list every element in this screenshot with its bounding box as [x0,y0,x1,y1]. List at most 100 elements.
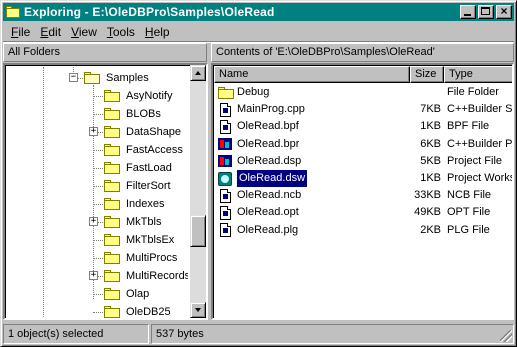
file-name-cell: Debug [217,84,269,101]
tree-item-blobs[interactable]: BLOBs [103,105,163,123]
menu-file-label: ile [18,24,31,39]
tree-item-multirecords[interactable]: MultiRecords [103,267,188,285]
menu-view-accel: V [71,24,79,39]
file-row[interactable]: MainProg.cpp 7KB C++Builder So [213,101,512,118]
tree-item-label: MultiRecords [126,270,188,282]
menu-tools[interactable]: Tools [103,25,141,39]
tree-item-label: AsyNotify [126,90,173,102]
expand-icon[interactable]: + [89,217,98,226]
file-row[interactable]: OleRead.dsw 1KB Project Works [213,170,512,187]
tree-item-label: OleDB25 [126,306,171,318]
arrow-down-icon [195,308,201,312]
project-file-icon [217,153,233,169]
project-file-icon [217,136,233,152]
tree-item-asynotify[interactable]: AsyNotify [103,87,174,105]
tree-line [93,168,103,169]
close-icon: × [500,4,508,18]
file-name-cell: OleRead.plg [217,222,298,239]
file-name-cell: OleRead.dsp [217,153,301,170]
tree-item-label: Samples [106,72,149,84]
expand-icon[interactable]: + [89,271,98,280]
tree-item-fastload[interactable]: FastLoad [103,159,174,177]
explorer-folder-icon [5,5,21,19]
tree-item-olap[interactable]: Olap [103,285,151,303]
scroll-up-button[interactable] [190,65,206,81]
expand-icon[interactable]: + [89,127,98,136]
folder-icon [103,125,121,139]
file-row[interactable]: OleRead.dsp 5KB Project File [213,153,512,170]
folder-open-icon [83,71,101,85]
scroll-down-button[interactable] [190,302,206,318]
tree-line [93,114,103,115]
tree-item-oledb25[interactable]: OleDB25 [103,303,173,318]
file-name-cell: MainProg.cpp [217,101,305,118]
menu-edit[interactable]: Edit [36,25,67,39]
tree-item-samples[interactable]: Samples [83,69,151,87]
tree-item-mktbls[interactable]: MkTbls [103,213,163,231]
file-name: OleRead.bpf [237,120,299,133]
tree-item-filtersort[interactable]: FilterSort [103,177,173,195]
tree-item-fastaccess[interactable]: FastAccess [103,141,185,159]
file-row[interactable]: OleRead.bpf 1KB BPF File [213,118,512,135]
maximize-button[interactable] [478,5,494,19]
document-icon [217,205,233,221]
file-row[interactable]: OleRead.bpr 6KB C++Builder Pro [213,136,512,153]
tree-item-indexes[interactable]: Indexes [103,195,167,213]
tree-item-label: DataShape [126,126,182,138]
tree-item-multiprocs[interactable]: MultiProcs [103,249,179,267]
folder-icon [103,305,121,318]
tree-item-datashape[interactable]: DataShape [103,123,183,141]
resize-grip-icon[interactable] [500,330,512,342]
menu-view-label: iew [78,24,97,39]
folder-tree[interactable]: Samples − AsyNotify BLOBs DataShape + FastAcce… [3,63,208,320]
tree-line [93,150,103,151]
menu-help-label: elp [153,24,170,39]
file-name-cell: OleRead.bpf [217,118,299,135]
menu-edit-label: dit [48,24,62,39]
scroll-thumb[interactable] [190,215,206,247]
folder-icon [103,107,121,121]
menu-file[interactable]: File [7,25,36,39]
column-header-name[interactable]: Name [214,66,410,83]
file-size: 5KB [420,154,441,167]
menu-tools-label: ools [112,24,135,39]
file-row[interactable]: Debug File Folder [213,84,512,101]
tree-line [93,204,103,205]
minimize-button[interactable] [460,5,476,19]
all-folders-header: All Folders [3,43,207,62]
folder-icon [103,287,121,301]
document-icon [217,119,233,135]
column-header-type[interactable]: Type [444,66,512,83]
file-name: OleRead.opt [237,206,299,219]
explorer-window: Exploring - E:\OleDBPro\Samples\OleRead … [0,0,517,347]
tree-item-mktblsex[interactable]: MkTblsEx [103,231,176,249]
file-name: Debug [237,86,270,98]
tree-item-label: MkTblsEx [126,234,175,246]
folder-icon [217,85,234,101]
title-bar[interactable]: Exploring - E:\OleDBPro\Samples\OleRead … [3,3,514,21]
file-type: BPF File [447,120,490,133]
minimize-icon [464,14,471,16]
collapse-icon[interactable]: − [69,73,78,82]
file-list[interactable]: Name Size Type Debug File Folder MainProg.… [211,63,514,320]
tree-item-label: MultiProcs [126,252,178,264]
file-name-cell: OleRead.dsw [217,170,308,187]
file-row[interactable]: OleRead.opt 49KB OPT File [213,204,512,221]
tree-line [93,240,103,241]
close-button[interactable]: × [496,4,512,19]
file-row[interactable]: OleRead.ncb 33KB NCB File [213,187,512,204]
status-selection-count: 1 object(s) selected [3,324,149,344]
file-size: 1KB [420,172,441,184]
column-header-size[interactable]: Size [410,66,444,83]
menu-view[interactable]: View [67,25,103,39]
folder-icon [103,251,121,265]
file-size: 2KB [420,223,441,236]
folder-icon [103,215,121,229]
file-name-cell: OleRead.bpr [217,136,299,153]
file-name: MainProg.cpp [237,103,305,116]
tree-line [93,96,103,97]
menu-help[interactable]: Help [141,25,176,39]
contents-header: Contents of 'E:\OleDBPro\Samples\OleRead… [211,43,514,62]
file-row[interactable]: OleRead.plg 2KB PLG File [213,222,512,239]
tree-vertical-scrollbar[interactable] [190,65,206,318]
